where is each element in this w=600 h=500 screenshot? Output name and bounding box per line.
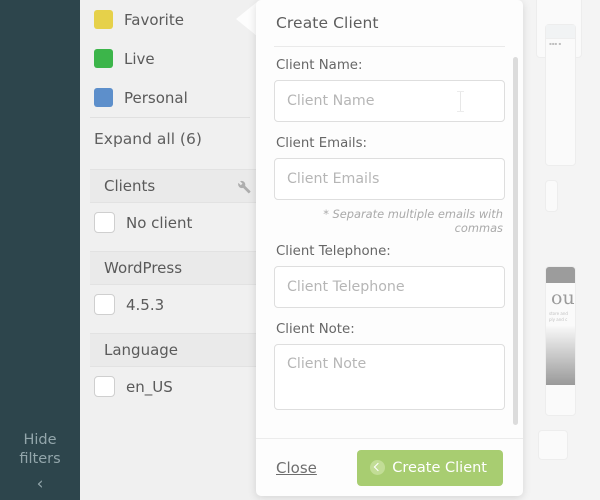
left-rail: Hide filters ‹	[0, 0, 80, 500]
filter-label-favorite[interactable]: Favorite	[80, 0, 260, 39]
hide-filters-label-line2: filters	[19, 451, 61, 467]
checkbox-453[interactable]	[94, 294, 115, 315]
filter-label-personal[interactable]: Personal	[80, 78, 260, 117]
modal-scrollbar[interactable]	[513, 57, 518, 425]
text-cursor-icon	[457, 91, 464, 112]
filter-group-language[interactable]: Language	[90, 333, 260, 367]
client-note-placeholder: Client Note	[287, 356, 367, 372]
checkbox-no-client[interactable]	[94, 212, 115, 233]
filter-label-text: Live	[124, 49, 155, 68]
filter-option-453[interactable]: 4.5.3	[80, 285, 260, 324]
label-client-note: Client Note:	[276, 322, 355, 337]
create-client-button-label: Create Client	[392, 459, 487, 476]
modal-pointer-caret	[236, 2, 257, 36]
modal-footer: Close Create Client	[256, 438, 523, 496]
wrench-icon[interactable]	[235, 178, 252, 195]
filter-group-title: Language	[104, 341, 179, 359]
modal-form: Client Name: Client Name Client Emails: …	[256, 46, 523, 438]
filter-group-wordpress[interactable]: WordPress	[90, 251, 260, 285]
label-client-name: Client Name:	[276, 58, 363, 73]
circle-arrow-icon	[370, 460, 386, 475]
modal-title: Create Client	[276, 14, 379, 32]
client-telephone-input[interactable]: Client Telephone	[274, 266, 505, 308]
client-emails-input[interactable]: Client Emails	[274, 158, 505, 200]
expand-all-button[interactable]: Expand all (6)	[80, 118, 260, 160]
color-swatch-personal	[94, 88, 113, 107]
client-emails-placeholder: Client Emails	[287, 171, 380, 187]
hide-filters-label-line1: Hide	[23, 432, 57, 448]
filter-group-title: WordPress	[104, 259, 183, 277]
client-name-placeholder: Client Name	[287, 93, 375, 109]
color-swatch-favorite	[94, 10, 113, 29]
filter-option-no-client[interactable]: No client	[80, 203, 260, 242]
filter-group-title: Clients	[104, 177, 156, 195]
filter-label-text: Favorite	[124, 10, 184, 29]
filter-label-live[interactable]: Live	[80, 39, 260, 78]
filter-panel: Favorite Live Personal Expand all (6) Cl…	[80, 0, 260, 500]
label-client-emails: Client Emails:	[276, 136, 368, 151]
create-client-button[interactable]: Create Client	[357, 449, 503, 486]
client-name-input[interactable]: Client Name	[274, 80, 505, 122]
color-swatch-live	[94, 49, 113, 68]
chevron-left-icon[interactable]: ‹	[0, 474, 80, 494]
filter-label-text: Personal	[124, 88, 188, 107]
app-root: ▪▪▪ ▪ ou store andply and c Hide filters…	[0, 0, 600, 500]
filter-option-en-us[interactable]: en_US	[80, 367, 260, 406]
filter-option-label: en_US	[126, 377, 173, 396]
filter-option-label: No client	[126, 213, 193, 232]
filter-option-label: 4.5.3	[126, 295, 165, 314]
client-emails-hint: * Separate multiple emails with commas	[323, 207, 503, 235]
filter-group-clients[interactable]: Clients	[90, 169, 260, 203]
create-client-modal: Create Client Client Name: Client Name C…	[256, 0, 523, 496]
label-client-telephone: Client Telephone:	[276, 244, 391, 259]
checkbox-en-us[interactable]	[94, 376, 115, 397]
client-note-textarea[interactable]: Client Note	[274, 344, 505, 410]
client-telephone-placeholder: Client Telephone	[287, 279, 405, 295]
close-button[interactable]: Close	[276, 459, 317, 477]
hide-filters-button[interactable]: Hide filters ‹	[0, 431, 80, 494]
